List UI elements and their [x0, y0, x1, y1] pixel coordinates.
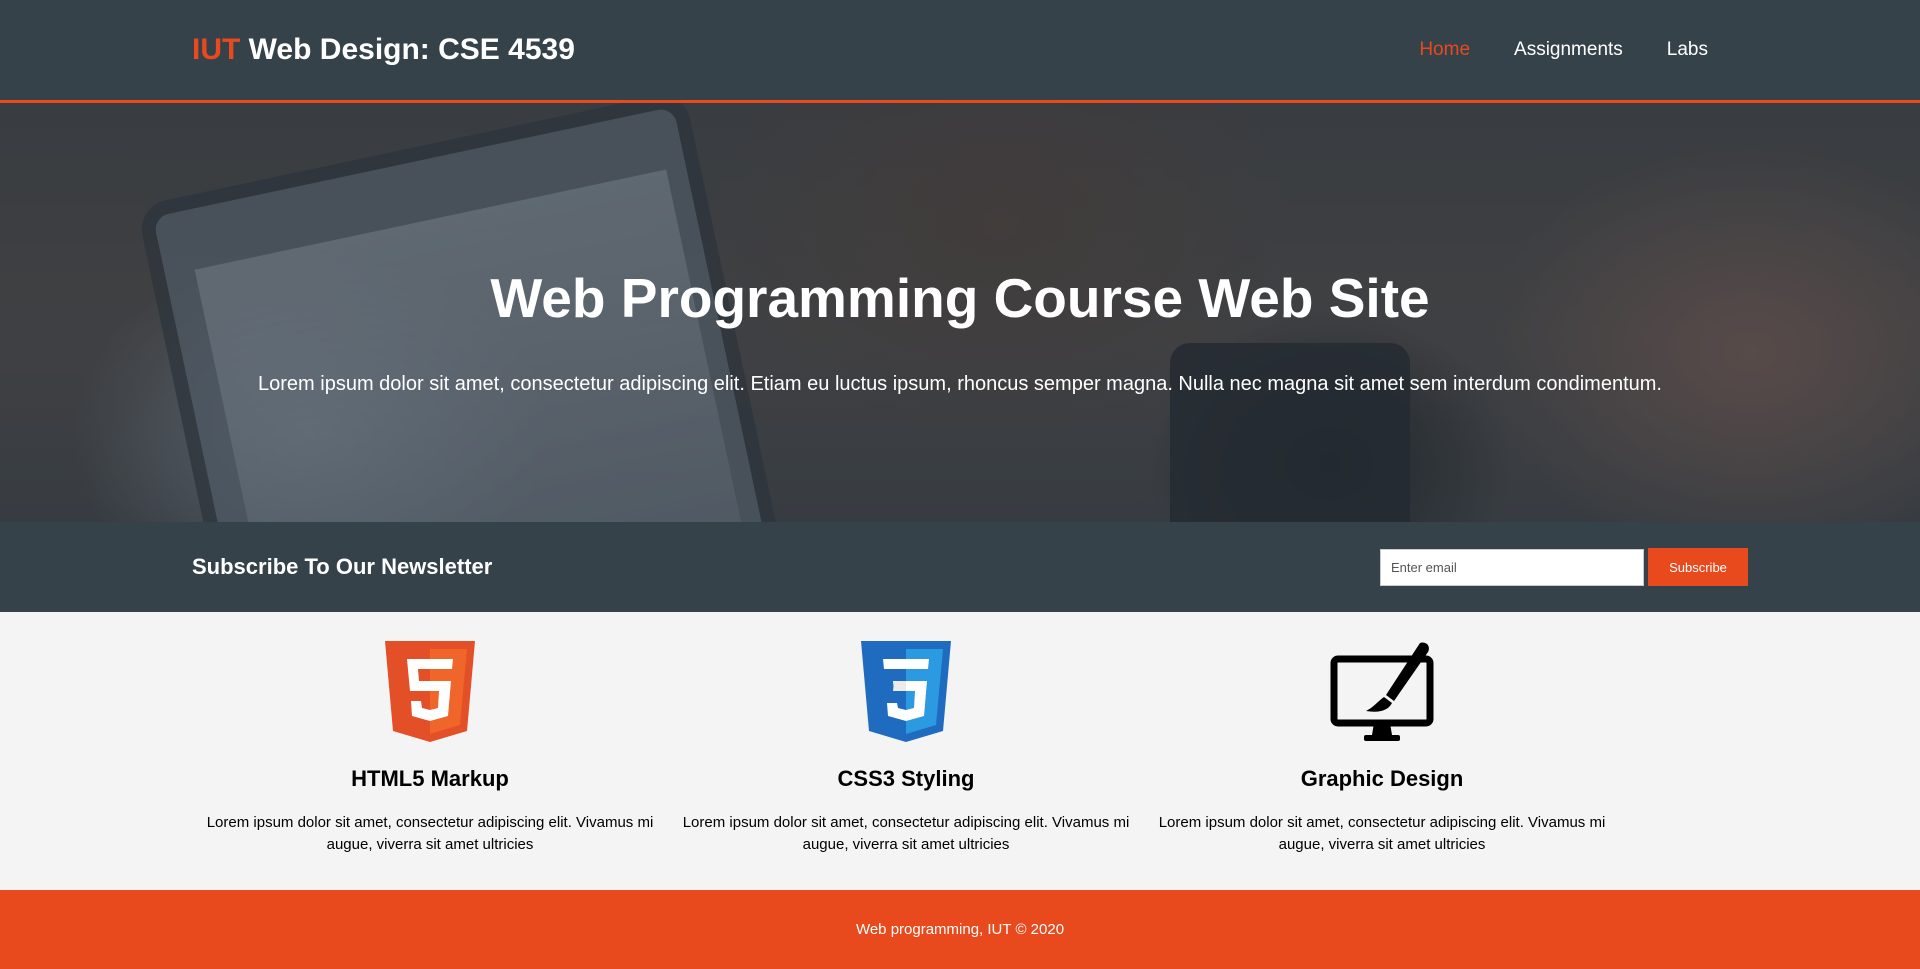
feature-title: HTML5 Markup [351, 766, 509, 791]
nav-assignments-link[interactable]: Assignments [1514, 39, 1623, 60]
newsletter-title: Subscribe To Our Newsletter [192, 554, 493, 579]
html5-logo-icon [192, 641, 668, 742]
feature-title: CSS3 Styling [837, 766, 975, 791]
email-input[interactable] [1380, 548, 1644, 586]
feature-box-html5: HTML5 Markup Lorem ipsum dolor sit amet,… [192, 612, 668, 856]
nav-labs-link[interactable]: Labs [1667, 39, 1708, 60]
feature-text: Lorem ipsum dolor sit amet, consectetur … [1158, 814, 1606, 853]
footer-text: Web programming, IUT © 2020 [855, 921, 1065, 938]
feature-text: Lorem ipsum dolor sit amet, consectetur … [682, 814, 1130, 853]
newsletter-section: Subscribe To Our Newsletter Subscribe [0, 522, 1920, 612]
features-section: HTML5 Markup Lorem ipsum dolor sit amet,… [0, 612, 1920, 890]
feature-text: Lorem ipsum dolor sit amet, consectetur … [206, 814, 654, 853]
main-nav: Home Assignments Labs [1419, 39, 1728, 61]
nav-home-link[interactable]: Home [1419, 39, 1470, 60]
subscribe-button[interactable]: Subscribe [1648, 548, 1748, 586]
feature-title: Graphic Design [1300, 766, 1464, 791]
site-branding[interactable]: IUT Web Design: CSE 4539 [192, 33, 575, 67]
showcase-text: Lorem ipsum dolor sit amet, consectetur … [258, 373, 1662, 395]
css3-logo-icon [668, 641, 1144, 742]
feature-box-graphic-design: Graphic Design Lorem ipsum dolor sit ame… [1144, 612, 1620, 856]
site-footer: Web programming, IUT © 2020 [0, 890, 1920, 969]
brand-title: Web Design: CSE 4539 [240, 33, 575, 66]
site-header: IUT Web Design: CSE 4539 Home Assignment… [0, 0, 1920, 103]
brand-highlight: IUT [192, 33, 241, 66]
showcase-title: Web Programming Course Web Site [490, 267, 1430, 329]
monitor-brush-icon [1144, 641, 1620, 742]
showcase-hero: Web Programming Course Web Site Lorem ip… [0, 103, 1920, 522]
newsletter-form: Subscribe [1380, 548, 1748, 586]
feature-box-css3: CSS3 Styling Lorem ipsum dolor sit amet,… [668, 612, 1144, 856]
